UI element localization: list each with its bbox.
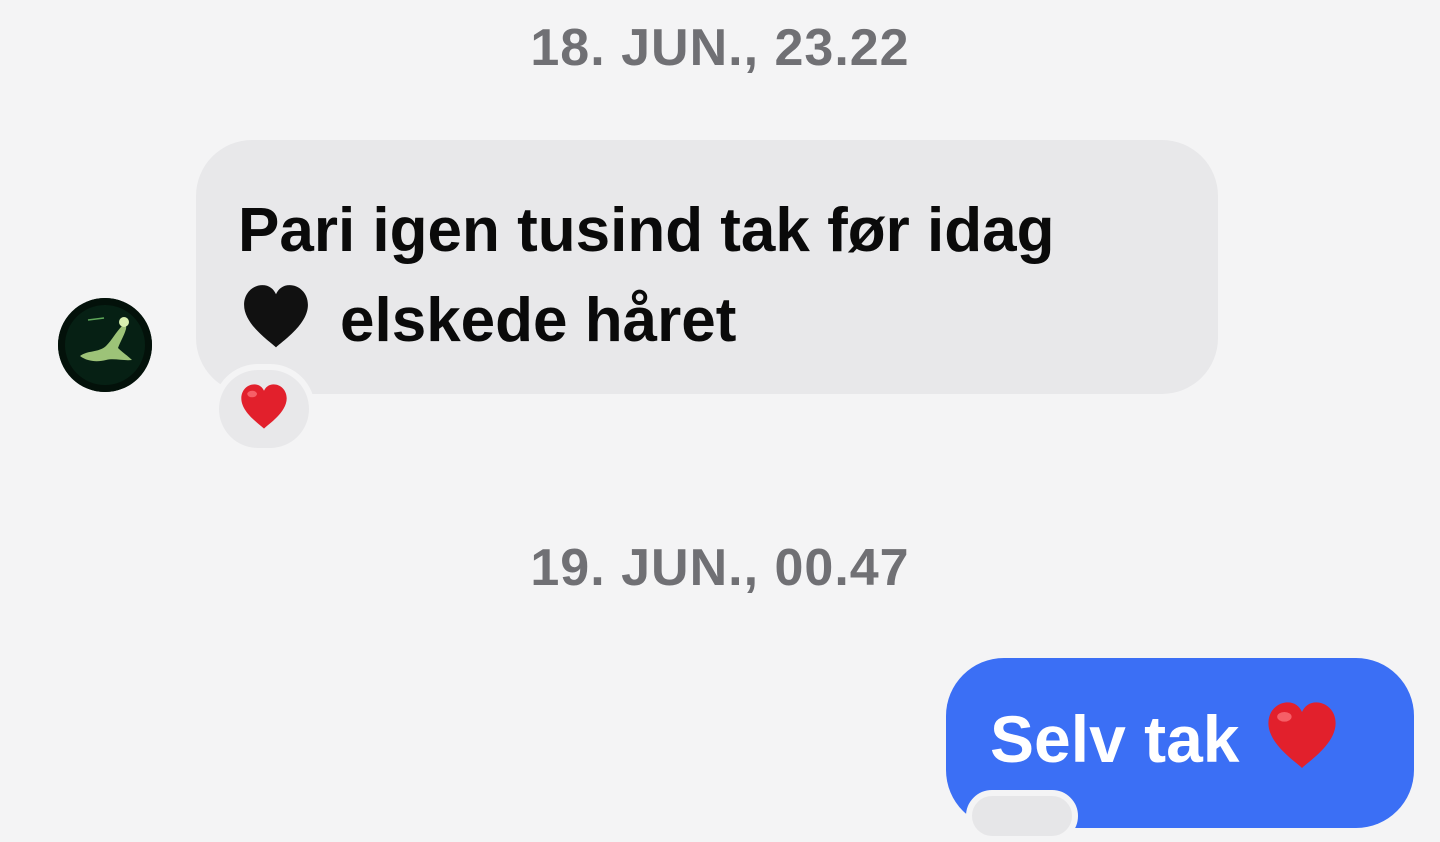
incoming-message-line-1: Pari igen tusind tak før idag: [238, 196, 1055, 265]
timestamp-2: 19. JUN., 00.47: [530, 539, 910, 597]
incoming-message-line-2-wrap: elskede håret: [238, 276, 1174, 366]
red-heart-icon: [1262, 696, 1342, 776]
outgoing-reaction-partial[interactable]: [966, 790, 1078, 842]
red-heart-icon: [237, 380, 291, 439]
black-heart-icon: [238, 279, 314, 355]
incoming-message-bubble[interactable]: Pari igen tusind tak før idag elskede hå…: [196, 140, 1218, 394]
incoming-message-line-2: elskede håret: [340, 286, 737, 355]
outgoing-message-text: Selv tak: [990, 702, 1240, 776]
contact-avatar[interactable]: [58, 298, 152, 392]
message-reaction[interactable]: [213, 364, 315, 454]
avatar-image: [58, 298, 152, 392]
timestamp-1: 18. JUN., 23.22: [530, 19, 910, 77]
